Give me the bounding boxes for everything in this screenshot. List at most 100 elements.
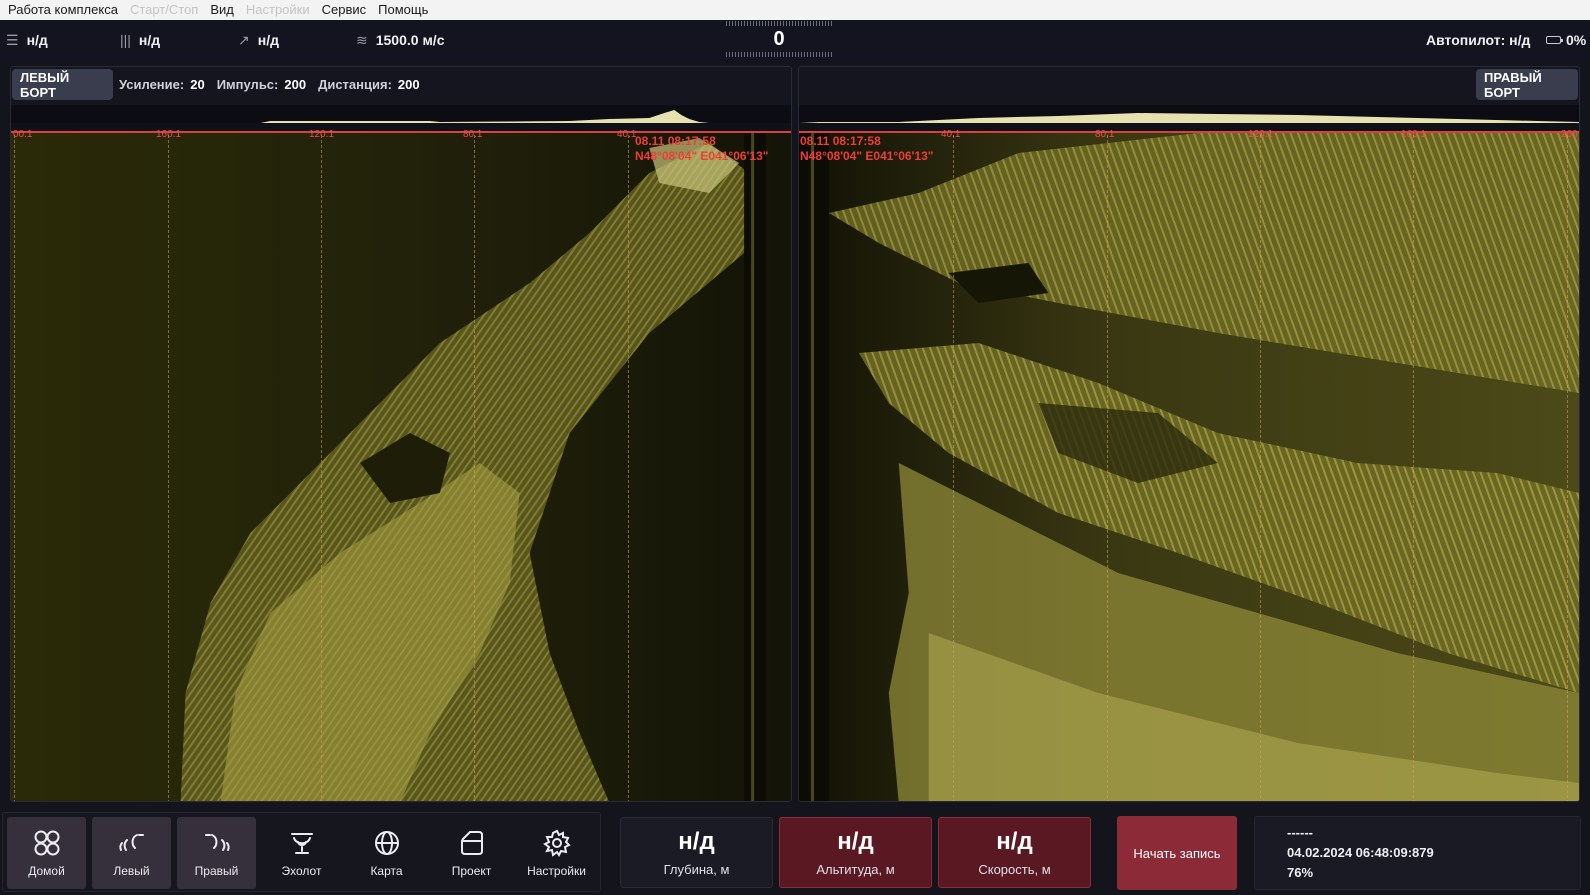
arrow-up-right-icon: ↗ [238, 31, 250, 48]
menu-bar: Работа комплекса Старт/Стоп Вид Настройк… [0, 0, 1590, 20]
left-sonar-params: Усиление: 20 Импульс: 200 Дистанция: 200 [119, 67, 426, 101]
left-grid-line [474, 135, 475, 801]
menu-item-settings: Настройки [245, 2, 310, 17]
right-button[interactable]: Правый [177, 817, 256, 889]
right-grid-line [953, 135, 954, 801]
right-sonar-image[interactable] [799, 133, 1579, 802]
status-bar: ☰ н/д ||| н/д ↗ н/д ≋ 1500.0 м/с 0 Автоп… [0, 20, 1590, 60]
distance-label: Дистанция: [318, 76, 392, 92]
info-line-1: ------ [1287, 825, 1313, 840]
home-button[interactable]: Домой [7, 817, 86, 889]
right-grid-line [1567, 135, 1568, 801]
right-sonar-icon [204, 834, 230, 851]
battery-value: 0% [1566, 32, 1587, 48]
info-percent: 76% [1287, 865, 1314, 880]
menu-item-service[interactable]: Сервис [316, 0, 373, 20]
left-stamp-coord: N48°08'04" E041°06'13" [635, 149, 769, 163]
right-scale-label: 200 [1561, 129, 1578, 140]
gear-icon [542, 829, 571, 857]
menu-item-help[interactable]: Помощь [372, 0, 434, 20]
speed-value: н/д [996, 828, 1033, 855]
gain-value[interactable]: 20 [190, 77, 204, 92]
left-scale-label: 40.1 [617, 129, 637, 140]
right-grid-line [1260, 135, 1261, 801]
altitude-metric: н/д Альтитуда, м [779, 817, 932, 888]
heading-scale-bottom [726, 52, 832, 57]
left-position-stamp: 08.11 08:17:58 N48°08'04" E041°06'13" [635, 134, 768, 164]
distance-value[interactable]: 200 [398, 77, 420, 92]
waves-icon: ≋ [356, 31, 368, 48]
echosounder-button-label: Эхолот [281, 864, 322, 878]
right-grid-line [1413, 135, 1414, 801]
left-stamp-time: 08.11 08:17:58 [635, 134, 716, 148]
menu-item-work[interactable]: Работа комплекса [0, 0, 124, 20]
left-grid-line [168, 135, 169, 801]
depth-value: н/д [678, 828, 715, 855]
right-stamp-coord: N48°08'04" E041°06'13" [800, 149, 934, 163]
right-stamp-time: 08.11 08:17:58 [800, 134, 881, 148]
left-button[interactable]: Левый [92, 817, 171, 889]
altitude-value: н/д [837, 828, 874, 855]
right-panel-header: ПРАВЫЙ БОРТ [799, 67, 1579, 105]
bottom-toolbar: Домой Левый Правый Эхолот Карта Проект Н… [2, 812, 601, 892]
left-grid-line [628, 135, 629, 801]
status-value-3: н/д [257, 32, 279, 48]
status-value-1: н/д [26, 32, 48, 48]
status-item-2: ||| н/д [120, 20, 160, 60]
right-intensity-histogram [799, 105, 1579, 123]
menu-item-view[interactable]: Вид [204, 0, 240, 20]
info-panel: ------ 04.02.2024 06:48:09:879 76% [1254, 816, 1581, 890]
map-button-label: Карта [370, 864, 403, 878]
menu-item-start-stop: Старт/Стоп [129, 2, 199, 17]
echosounder-button[interactable]: Эхолот [262, 817, 341, 889]
left-button-label: Левый [113, 864, 150, 878]
left-sonar-icon [118, 834, 144, 851]
right-grid-line [1107, 135, 1108, 801]
left-side-button[interactable]: ЛЕВЫЙ БОРТ [12, 69, 113, 100]
status-value-2: н/д [138, 32, 161, 48]
heading-scale-top [726, 21, 832, 26]
right-position-stamp: 08.11 08:17:58 N48°08'04" E041°06'13" [800, 134, 933, 164]
left-grid-line [321, 135, 322, 801]
settings-button[interactable]: Настройки [517, 817, 596, 889]
echosounder-icon [290, 833, 313, 854]
depth-metric: н/д Глубина, м [620, 817, 773, 888]
bars-icon: ||| [120, 32, 131, 48]
start-recording-button[interactable]: Начать запись [1117, 816, 1237, 890]
battery-icon [1546, 36, 1563, 44]
left-intensity-histogram [11, 105, 791, 123]
heading-indicator: 0 [726, 20, 832, 60]
status-item-3: ↗ н/д [238, 20, 279, 60]
status-item-4: ≋ 1500.0 м/с [356, 20, 444, 60]
autopilot-status: Автопилот: н/д [1426, 32, 1531, 48]
sound-speed-value: 1500.0 м/с [375, 32, 445, 48]
left-sonar-image[interactable] [11, 133, 791, 802]
left-grid-line [14, 135, 15, 801]
right-sonar-panel: ПРАВЫЙ БОРТ 40.1 80.1 120.1 160.1 200 08… [798, 66, 1580, 802]
home-button-label: Домой [28, 864, 65, 878]
heading-value: 0 [773, 28, 785, 50]
info-datetime: 04.02.2024 06:48:09:879 [1287, 845, 1434, 860]
home-grid-icon [34, 830, 59, 856]
map-button[interactable]: Карта [347, 817, 426, 889]
gain-label: Усиление: [119, 76, 185, 92]
status-item-1: ☰ н/д [6, 20, 48, 60]
altitude-label: Альтитуда, м [816, 862, 895, 877]
speed-label: Скорость, м [978, 862, 1051, 877]
left-panel-header: ЛЕВЫЙ БОРТ Усиление: 20 Импульс: 200 Дис… [11, 67, 791, 105]
project-button[interactable]: Проект [432, 817, 511, 889]
project-button-label: Проект [451, 864, 492, 878]
right-scale-label: 40.1 [941, 129, 961, 140]
depth-label: Глубина, м [663, 862, 730, 877]
battery-status: 0% [1546, 20, 1586, 60]
left-sonar-panel: ЛЕВЫЙ БОРТ Усиление: 20 Импульс: 200 Дис… [10, 66, 792, 802]
settings-button-label: Настройки [527, 864, 586, 878]
left-scale-label: 80.1 [463, 129, 483, 140]
globe-icon [374, 831, 399, 855]
menu-lines-icon[interactable]: ☰ [6, 32, 19, 49]
folder-icon [460, 831, 483, 855]
right-side-button[interactable]: ПРАВЫЙ БОРТ [1476, 69, 1578, 100]
pulse-value[interactable]: 200 [284, 77, 306, 92]
right-scale-label: 80.1 [1095, 129, 1115, 140]
speed-metric: н/д Скорость, м [938, 817, 1091, 888]
